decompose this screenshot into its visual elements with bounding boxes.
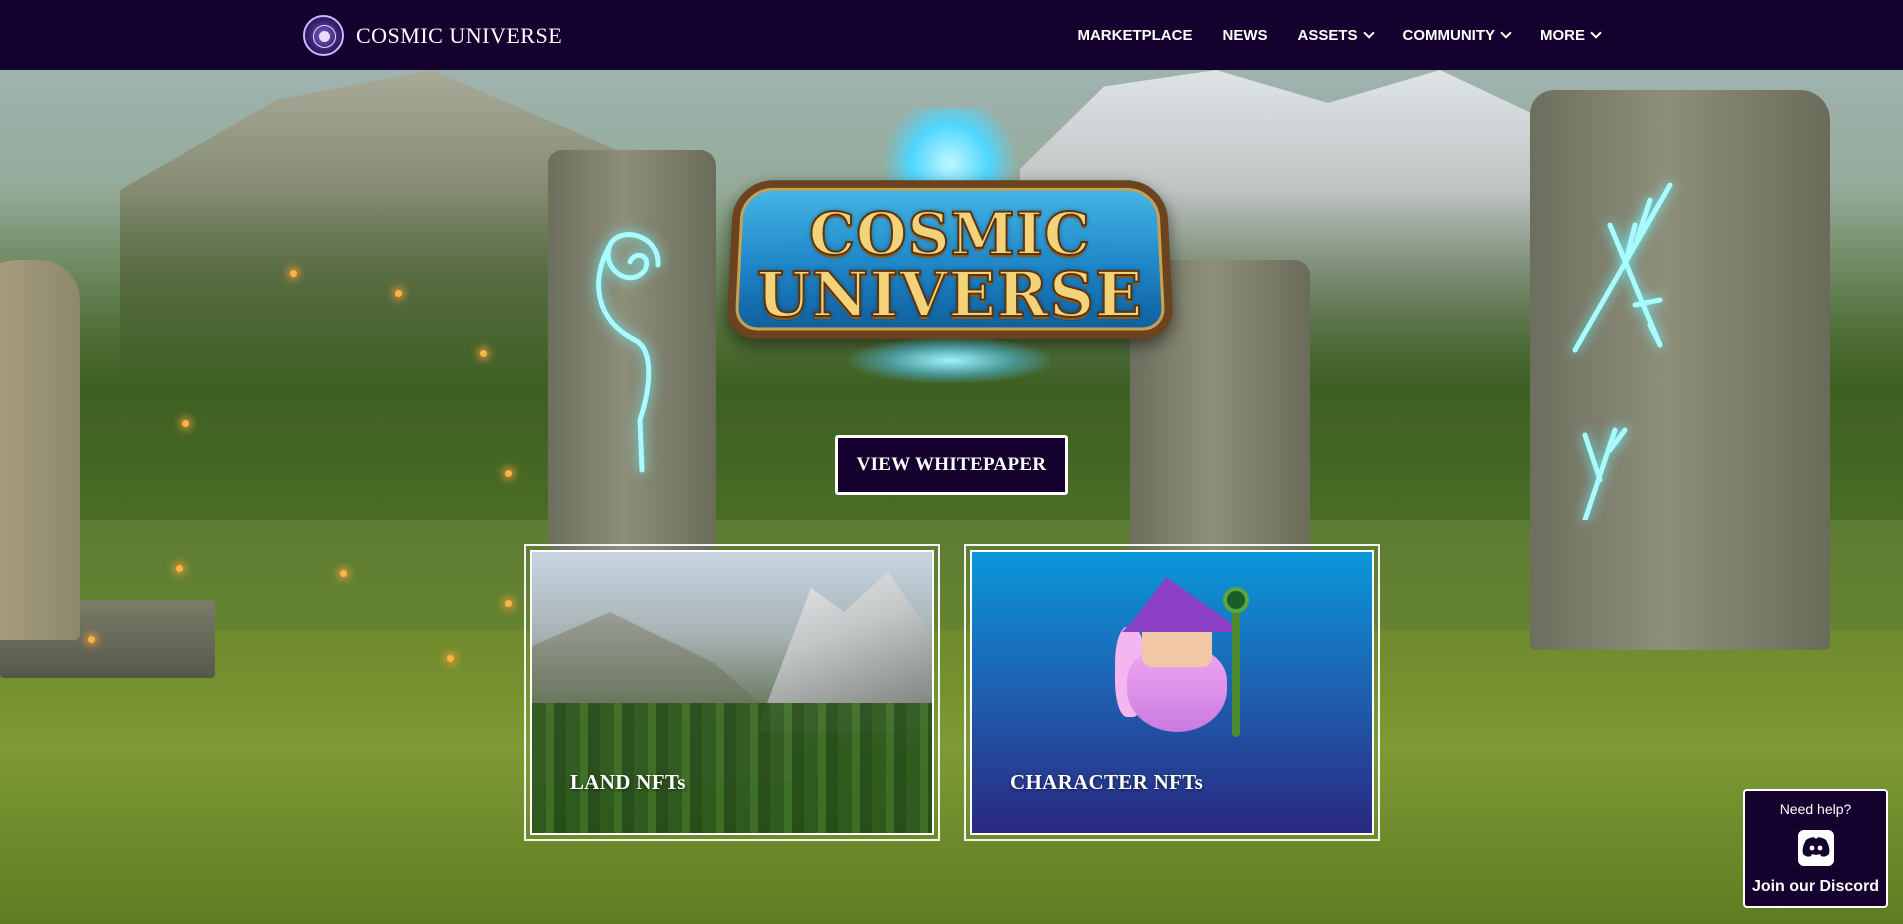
card-label: CHARACTER NFTs [1010, 770, 1204, 794]
cosmic-universe-logo-icon [303, 15, 344, 56]
land-nfts-card[interactable]: LAND NFTs [524, 544, 940, 841]
crystal-shards [850, 338, 1050, 383]
wizard-character-image [1097, 577, 1257, 737]
nav-item-assets[interactable]: ASSETS [1297, 26, 1375, 44]
ember-particle [176, 565, 183, 572]
ember-particle [182, 420, 189, 427]
nav-item-more[interactable]: MORE [1540, 26, 1602, 44]
branch-rune-icon [1572, 182, 1673, 520]
chevron-down-icon [1590, 27, 1602, 39]
card-image-area: LAND NFTs [530, 550, 934, 835]
chevron-down-icon [1362, 27, 1375, 39]
nav-item-community[interactable]: COMMUNITY [1402, 26, 1512, 44]
spiral-rune-icon [596, 232, 661, 473]
card-image-area: CHARACTER NFTs [970, 550, 1374, 835]
card-label: LAND NFTs [570, 770, 686, 794]
discord-help-text: Need help? [1779, 801, 1852, 817]
chevron-down-icon [1500, 27, 1512, 39]
cosmic-universe-game-logo: COSMIC UNIVERSE [720, 108, 1180, 383]
wizard-staff [1232, 597, 1240, 737]
nav-item-label: COMMUNITY [1402, 26, 1496, 44]
ember-particle [340, 570, 347, 577]
main-nav: MARKETPLACE NEWS ASSETS COMMUNITY MORE [1077, 0, 1602, 70]
wizard-staff-orb [1223, 587, 1249, 613]
wizard-hat [1122, 577, 1232, 632]
nav-item-news[interactable]: NEWS [1222, 27, 1267, 44]
nav-item-label: MARKETPLACE [1077, 26, 1193, 44]
grass-field [0, 630, 1903, 924]
ember-particle [505, 600, 512, 607]
nav-item-label: NEWS [1222, 26, 1268, 44]
brand-name: COSMIC UNIVERSE [356, 22, 563, 48]
standing-stone-far-left [0, 260, 80, 640]
ember-particle [88, 636, 95, 643]
logo-title-line-2: UNIVERSE [756, 257, 1144, 332]
brand-link[interactable]: COSMIC UNIVERSE [303, 15, 562, 56]
discord-join-text: Join our Discord [1751, 878, 1880, 895]
ember-particle [447, 655, 454, 662]
view-whitepaper-button[interactable]: VIEW WHITEPAPER [835, 435, 1068, 495]
ember-particle [505, 470, 512, 477]
ember-particle [395, 290, 402, 297]
nav-item-marketplace[interactable]: MARKETPLACE [1077, 27, 1192, 44]
character-nfts-card[interactable]: CHARACTER NFTs [964, 544, 1380, 841]
discord-icon [1797, 829, 1834, 866]
nav-item-label: MORE [1540, 26, 1585, 44]
land-forest [532, 703, 932, 833]
top-navigation-bar: COSMIC UNIVERSE MARKETPLACE NEWS ASSETS … [0, 0, 1903, 70]
discord-help-widget[interactable]: Need help? Join our Discord [1743, 789, 1888, 908]
ember-particle [290, 270, 297, 277]
ember-particle [480, 350, 487, 357]
nav-item-label: ASSETS [1297, 26, 1358, 44]
